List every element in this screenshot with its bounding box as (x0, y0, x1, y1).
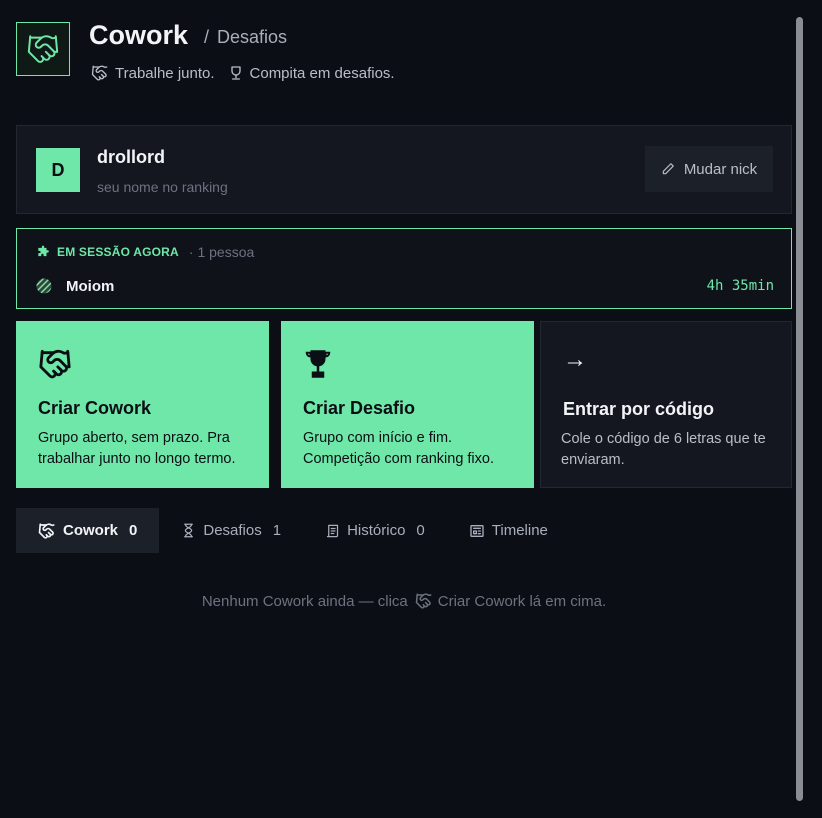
card-description: Grupo aberto, sem prazo. Pra trabalhar j… (38, 430, 236, 467)
create-challenge-card[interactable]: Criar Desafio Grupo com início e fim. Co… (281, 321, 534, 488)
session-duration: 4h 35min (706, 278, 774, 294)
change-nick-label: Mudar nick (683, 160, 758, 178)
tab-desafios[interactable]: Desafios 1 (159, 508, 303, 553)
tab-label: Cowork (63, 522, 119, 539)
tab-historico[interactable]: Histórico 0 (303, 508, 447, 553)
app-title: Cowork (89, 20, 189, 50)
scroll-icon (326, 524, 339, 537)
trophy-icon (230, 66, 241, 80)
card-title: Criar Cowork (38, 398, 152, 418)
breadcrumb[interactable]: / Desafios (204, 27, 287, 48)
tab-label: Histórico (347, 522, 406, 539)
breadcrumb-separator: / (204, 27, 210, 47)
session-user: Moiom (66, 277, 115, 295)
scrollbar-thumb[interactable] (796, 17, 803, 801)
tagline: Trabalhe junto. Compita em desafios. (91, 64, 395, 82)
user-card: D drollord seu nome no ranking Mudar nic… (16, 125, 792, 214)
breadcrumb-desafios[interactable]: Desafios (217, 27, 287, 47)
puzzle-icon (38, 245, 49, 257)
hourglass-icon (184, 523, 194, 538)
handshake-icon (91, 65, 108, 81)
empty-text-before: Nenhum Cowork ainda — clica (201, 592, 408, 610)
tab-bar: Cowork 0 Desafios 1 Histórico 0 Timeline (16, 508, 570, 553)
trophy-icon (305, 350, 331, 378)
empty-text-after: Criar Cowork lá em cima. (437, 592, 607, 610)
striped-circle-icon (36, 278, 52, 294)
session-row[interactable]: Moiom 4h 35min (36, 276, 774, 296)
arrow-right-icon: → (563, 346, 587, 373)
card-title: Entrar por código (563, 399, 715, 419)
pencil-icon (662, 163, 674, 175)
handshake-icon (39, 349, 71, 379)
tab-count: 1 (272, 522, 282, 539)
create-cowork-card[interactable]: Criar Cowork Grupo aberto, sem prazo. Pr… (16, 321, 269, 488)
tab-cowork[interactable]: Cowork 0 (16, 508, 160, 553)
tab-count: 0 (129, 522, 138, 539)
user-nick-subtitle: seu nome no ranking (97, 179, 228, 195)
handshake-icon (27, 35, 59, 63)
tab-label: Timeline (491, 522, 548, 539)
session-label: EM SESSÃO AGORA (57, 245, 179, 259)
handshake-icon (38, 522, 55, 539)
newspaper-icon (470, 524, 484, 537)
join-by-code-card[interactable]: → Entrar por código Cole o código de 6 l… (540, 321, 792, 488)
tab-count: 0 (416, 522, 425, 539)
avatar: D (36, 148, 80, 192)
handshake-icon (415, 593, 432, 609)
empty-state: Nenhum Cowork ainda — clica Criar Cowork… (0, 592, 808, 610)
live-session-card: EM SESSÃO AGORA · 1 pessoa Moiom 4h 35mi… (16, 228, 792, 309)
app-logo (16, 22, 70, 76)
tab-timeline[interactable]: Timeline (447, 508, 570, 553)
tagline-work: Trabalhe junto. (115, 64, 215, 82)
card-title: Criar Desafio (303, 398, 416, 418)
card-description: Cole o código de 6 letras que te enviara… (561, 431, 766, 468)
user-nick: drollord (97, 147, 165, 167)
change-nick-button[interactable]: Mudar nick (645, 146, 773, 192)
card-description: Grupo com início e fim. Competição com r… (303, 430, 494, 467)
session-header: EM SESSÃO AGORA · 1 pessoa (36, 244, 254, 260)
tab-label: Desafios (203, 522, 262, 539)
session-count: · 1 pessoa (188, 244, 255, 260)
tagline-compete: Compita em desafios. (249, 64, 395, 82)
